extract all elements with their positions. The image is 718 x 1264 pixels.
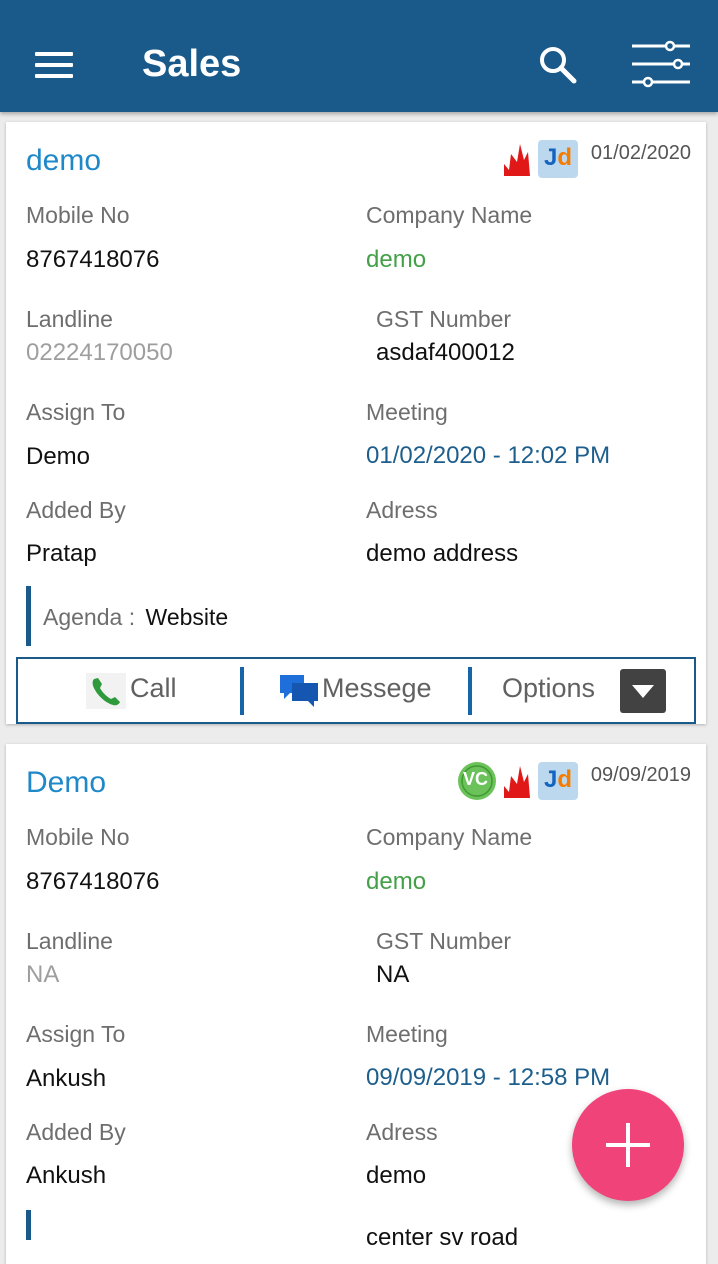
landline-value[interactable]: 02224170050 [26,339,173,367]
address-value: demo [366,1162,427,1189]
agenda-row: Agenda : Website [26,586,228,646]
meeting-label: Meeting [366,399,448,425]
landline-value[interactable]: NA [26,961,59,989]
gst-value: NA [376,961,410,988]
address-label: Adress [366,497,438,523]
mobile-label: Mobile No [26,824,130,850]
company-value: demo [366,246,427,273]
address-value: demo address [366,540,519,567]
mobile-value[interactable]: 8767418076 [26,246,159,274]
added-by-value: Pratap [26,540,97,567]
gst-value: asdaf400012 [376,339,515,366]
lead-date: 09/09/2019 [590,764,691,786]
vc-source-icon: VC [457,761,497,801]
search-icon[interactable] [536,43,580,87]
assign-label: Assign To [26,1021,126,1047]
gst-label: GST Number [376,306,512,332]
dropdown-arrow-icon[interactable] [620,669,666,713]
meeting-label: Meeting [366,1021,448,1047]
action-divider [468,667,472,715]
call-label: Call [130,673,177,703]
app-bar: Sales [0,0,718,112]
landline-label: Landline [26,928,113,954]
company-label: Company Name [366,202,533,228]
mobile-value[interactable]: 8767418076 [26,868,159,896]
assign-value: Demo [26,443,91,470]
landline-label: Landline [26,306,113,332]
lead-card[interactable]: demo Jd 01/02/2020 Mobile No 8767418076 … [6,122,706,724]
call-button[interactable]: Call [18,659,240,722]
company-value: demo [366,868,427,895]
mobile-label: Mobile No [26,202,130,228]
gst-label: GST Number [376,928,512,954]
fire-source-icon [504,144,530,176]
added-by-value: Ankush [26,1162,107,1189]
added-by-label: Added By [26,497,126,523]
jd-source-icon: Jd [538,140,578,178]
options-label: Options [502,673,596,703]
hamburger-icon[interactable] [35,52,73,80]
meeting-value: 01/02/2020 - 12:02 PM [366,442,611,469]
added-by-label: Added By [26,1119,126,1145]
vc-badge-text: VC [463,769,489,789]
action-bar: Call Messege Options [16,657,696,724]
phone-icon [86,673,126,709]
meeting-value: 09/09/2019 - 12:58 PM [366,1064,611,1091]
fire-source-icon [504,766,530,798]
assign-label: Assign To [26,399,126,425]
lead-name[interactable]: Demo [26,766,106,800]
chat-icon [280,675,318,707]
page-title: Sales [142,43,242,85]
address-extra-value: center sv road [366,1224,519,1251]
filter-sliders-icon[interactable] [630,40,692,90]
jd-source-icon: Jd [538,762,578,800]
action-divider [240,667,244,715]
agenda-label: Agenda : [43,604,136,630]
lead-name[interactable]: demo [26,144,101,178]
add-lead-button[interactable] [572,1089,684,1201]
agenda-row [26,1210,31,1240]
address-label: Adress [366,1119,438,1145]
company-label: Company Name [366,824,533,850]
agenda-value: Website [145,604,229,630]
message-label: Messege [322,673,432,703]
message-button[interactable]: Messege [246,659,468,722]
assign-value: Ankush [26,1065,107,1092]
lead-date: 01/02/2020 [590,142,691,164]
